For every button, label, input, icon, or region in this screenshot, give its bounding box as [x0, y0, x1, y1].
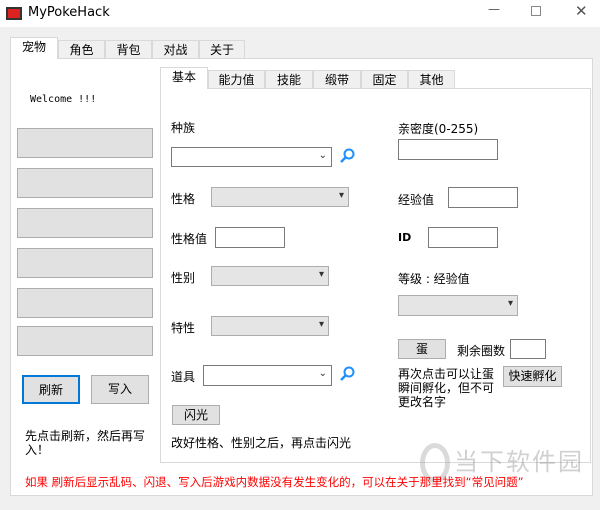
exp-input[interactable]	[448, 187, 518, 208]
refresh-button[interactable]: 刷新	[22, 375, 80, 404]
ability-label: 特性	[171, 321, 196, 335]
nature-value-input[interactable]	[215, 227, 285, 248]
item-search-icon[interactable]	[339, 366, 355, 382]
pet-slot-1[interactable]	[17, 128, 153, 158]
left-hint: 先点击刷新，然后再写入！	[25, 429, 146, 457]
tab-bag[interactable]: 背包	[105, 40, 152, 59]
welcome-text: Welcome !!!	[30, 94, 97, 105]
tab-other[interactable]: 其他	[408, 70, 455, 89]
tab-basic[interactable]: 基本	[160, 67, 208, 89]
nature-value-label: 性格值	[171, 232, 208, 246]
maximize-button[interactable]	[531, 6, 541, 16]
item-combo[interactable]: ⌄	[203, 365, 332, 386]
window-title: MyPokeHack	[28, 5, 110, 20]
id-input[interactable]	[428, 227, 498, 248]
minimize-button[interactable]: —	[488, 2, 500, 16]
pet-slot-3[interactable]	[17, 208, 153, 238]
app-icon	[6, 7, 22, 20]
gender-label: 性别	[171, 271, 196, 285]
species-label: 种族	[171, 121, 196, 135]
friendship-input[interactable]	[398, 139, 498, 160]
tab-stats[interactable]: 能力值	[208, 70, 265, 89]
level-exp-select[interactable]: ▾	[398, 295, 518, 316]
remaining-cycles-label: 剩余圈数	[457, 344, 506, 358]
watermark-text: 当下软件园	[454, 448, 584, 476]
nature-select[interactable]: ▾	[211, 187, 349, 207]
ability-select[interactable]: ▾	[211, 316, 329, 336]
tab-fixed[interactable]: 固定	[361, 70, 408, 89]
tab-battle[interactable]: 对战	[152, 40, 199, 59]
pet-slot-5[interactable]	[17, 288, 153, 318]
warning-text: 如果 刷新后显示乱码、闪退、写入后游戏内数据没有发生变化的，可以在关于那里找到“…	[25, 475, 524, 489]
tab-pet[interactable]: 宠物	[10, 37, 58, 59]
quick-hatch-button[interactable]: 快速孵化	[503, 366, 562, 387]
tab-ribbons[interactable]: 缎带	[313, 70, 361, 89]
egg-hint: 再次点击可以让蛋瞬间孵化，但不可更改名字	[398, 367, 495, 409]
pet-slot-6[interactable]	[17, 326, 153, 356]
close-button[interactable]: ✕	[575, 2, 588, 20]
tab-role[interactable]: 角色	[58, 40, 105, 59]
shiny-hint: 改好性格、性别之后，再点击闪光	[171, 436, 352, 450]
exp-label: 经验值	[398, 193, 435, 207]
id-label: ID	[398, 231, 412, 244]
write-button[interactable]: 写入	[91, 375, 149, 404]
species-combo[interactable]: ⌄	[171, 147, 332, 167]
friendship-label: 亲密度(0-255)	[398, 122, 479, 136]
tab-about[interactable]: 关于	[199, 40, 245, 59]
title-bar: MyPokeHack — ✕	[0, 0, 600, 27]
remaining-cycles-input[interactable]	[510, 339, 546, 359]
pet-slot-4[interactable]	[17, 248, 153, 278]
tab-moves[interactable]: 技能	[265, 70, 313, 89]
nature-label: 性格	[171, 192, 196, 206]
item-label: 道具	[171, 370, 196, 384]
egg-button[interactable]: 蛋	[398, 339, 446, 359]
shiny-button[interactable]: 闪光	[172, 405, 220, 425]
level-exp-label: 等级 : 经验值	[398, 272, 470, 286]
species-search-icon[interactable]	[339, 148, 355, 164]
pet-slot-2[interactable]	[17, 168, 153, 198]
gender-select[interactable]: ▾	[211, 266, 329, 286]
